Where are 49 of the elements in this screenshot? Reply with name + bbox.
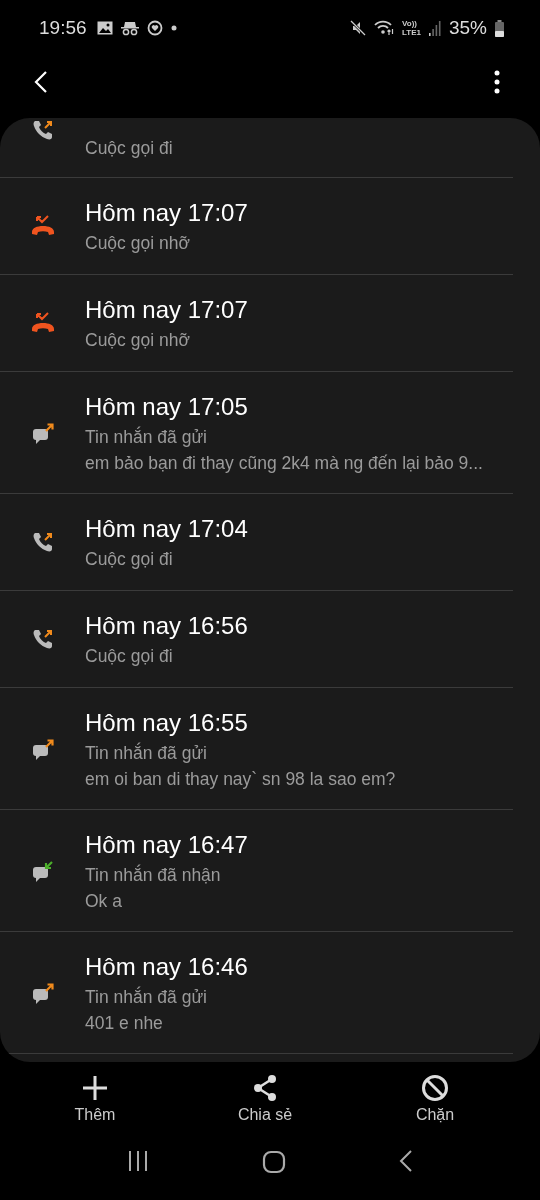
missed-call-icon xyxy=(30,215,55,237)
plus-icon xyxy=(81,1074,109,1102)
heart-sync-icon xyxy=(146,20,163,36)
block-icon xyxy=(421,1074,449,1102)
entry-time: Hôm nay 17:07 xyxy=(85,198,249,228)
entry-time: Hôm nay 17:05 xyxy=(85,391,249,422)
share-icon xyxy=(251,1074,279,1102)
network-type: Vo)) LTE1 xyxy=(402,19,421,37)
message-type: Tin nhắn đã gửi xyxy=(85,985,208,1009)
message-type: Tin nhắn đã gửi xyxy=(85,741,208,765)
entry-time: Hôm nay 16:47 xyxy=(85,829,249,860)
message-type: Tin nhắn đã nhận xyxy=(85,863,222,887)
call-type: Cuộc gọi đi xyxy=(85,136,174,160)
gallery-icon xyxy=(96,21,113,35)
call-type: Cuộc gọi đi xyxy=(85,548,174,571)
status-time: 19:56 xyxy=(39,17,87,39)
message-preview: em bảo bạn đi thay cũng 2k4 mà ng đến lại bảo 9... xyxy=(85,451,484,475)
share-button[interactable]: Chia sẻ xyxy=(200,1072,330,1126)
sent-message-icon xyxy=(30,420,55,445)
sent-message-icon xyxy=(30,980,55,1005)
wifi-icon xyxy=(374,20,394,36)
call-type: Cuộc gọi đi xyxy=(85,645,174,668)
message-preview: 401 e nhe xyxy=(85,1011,164,1035)
entry-time: Hôm nay 16:55 xyxy=(85,707,249,738)
incognito-icon xyxy=(120,20,139,36)
dot-icon xyxy=(170,25,177,31)
entry-time: Hôm nay 16:46 xyxy=(85,951,249,982)
block-button[interactable]: Chặn xyxy=(370,1072,500,1126)
more-icon xyxy=(494,70,500,94)
entry-time: Hôm nay 16:56 xyxy=(85,611,249,641)
sent-message-icon xyxy=(30,736,55,761)
call-type: Cuộc gọi nhỡ xyxy=(85,329,191,352)
mute-icon xyxy=(350,20,366,36)
back-icon xyxy=(34,70,48,94)
home-icon xyxy=(262,1150,286,1174)
entry-time: Hôm nay 17:04 xyxy=(85,514,249,544)
battery-icon xyxy=(495,19,504,37)
add-button[interactable]: Thêm xyxy=(30,1072,160,1126)
missed-call-icon xyxy=(30,312,55,334)
entry-time: Hôm nay 17:07 xyxy=(85,295,249,325)
back-icon xyxy=(399,1150,414,1172)
recent-apps-icon xyxy=(126,1150,149,1172)
battery-percent: 35% xyxy=(448,17,487,39)
message-type: Tin nhắn đã gửi xyxy=(85,425,208,449)
signal-icon xyxy=(428,20,441,36)
message-preview: Ok a xyxy=(85,889,123,913)
message-preview: em oi ban di thay nay` sn 98 la sao em? xyxy=(85,767,397,791)
received-message-icon xyxy=(30,858,55,883)
call-type: Cuộc gọi nhỡ xyxy=(85,232,191,255)
